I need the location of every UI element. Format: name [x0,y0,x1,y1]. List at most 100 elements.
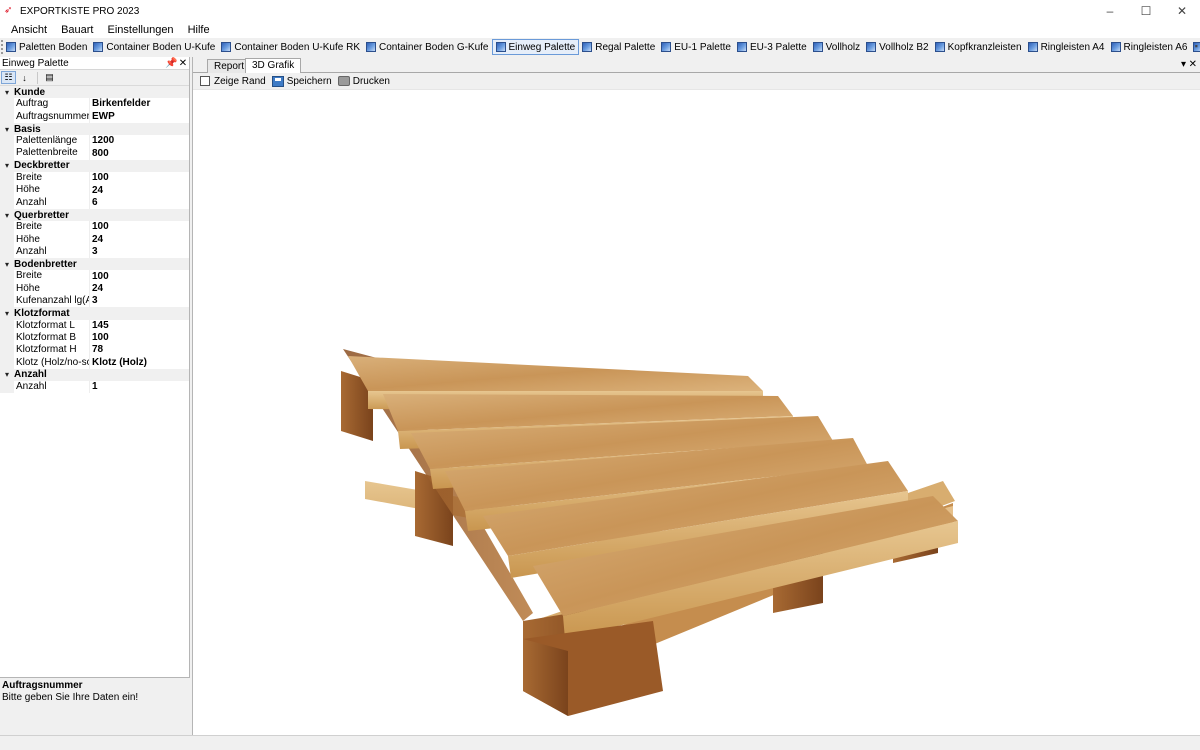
collapse-icon[interactable]: ▾ [0,370,14,379]
property-value[interactable]: 3 [90,295,98,307]
property-row[interactable]: Auftragsnummer EWP [0,110,189,123]
tab-list-dropdown-icon[interactable]: ▾ [1181,59,1186,70]
collapse-icon[interactable]: ▾ [0,211,14,220]
toolbar-button-vollholz[interactable]: Vollholz [810,39,863,55]
property-row[interactable]: Höhe 24 [0,184,189,197]
property-value[interactable]: EWP [90,111,115,123]
category-anzahl[interactable]: ▾ Anzahl [0,368,189,382]
category-klotzformat[interactable]: ▾ Klotzformat [0,307,189,320]
property-value[interactable]: 800 [90,148,109,160]
property-value[interactable]: Klotz (Holz) [90,357,147,369]
property-row[interactable]: Kufenanzahl lg(An 3 [0,295,189,308]
toolbar-button-container-boden-u-kufe-rk[interactable]: Container Boden U-Kufe RK [218,39,363,55]
save-button[interactable]: Speichern [271,75,332,87]
property-value[interactable]: 100 [90,221,109,233]
property-row[interactable]: Klotzformat L 145 [0,319,189,332]
property-value[interactable]: Birkenfelder [90,98,150,110]
menu-bauart[interactable]: Bauart [54,24,100,36]
property-row[interactable]: Anzahl 1 [0,381,189,394]
property-name: Auftragsnummer [16,110,90,123]
toolbar-button-label: Einweg Palette [508,41,576,53]
toolbar-button-einweg-palette[interactable]: Einweg Palette [491,39,580,55]
collapse-icon[interactable]: ▾ [0,309,14,318]
property-row[interactable]: Höhe 24 [0,233,189,246]
property-row[interactable]: Auftrag Birkenfelder [0,98,189,111]
property-row[interactable]: Anzahl 6 [0,196,189,209]
property-row[interactable]: Breite 100 [0,270,189,283]
close-tab-icon[interactable]: ✕ [1189,59,1197,70]
template-icon [1027,42,1038,52]
property-row[interactable]: Anzahl 3 [0,245,189,259]
menu-einstellungen[interactable]: Einstellungen [101,24,181,36]
pin-icon[interactable]: 📌 [165,58,177,69]
toolbar-overflow-icon[interactable]: ▪ [1195,41,1198,51]
property-name: Höhe [14,184,90,197]
toolbar-button-container-boden-g-kufe[interactable]: Container Boden G-Kufe [363,39,492,55]
property-pages-icon[interactable]: ▤ [42,71,57,84]
row-gutter [0,147,14,160]
menu-ansicht[interactable]: Ansicht [4,24,54,36]
toolbar-button-eu-3-palette[interactable]: EU-3 Palette [734,39,810,55]
property-row[interactable]: Klotzformat B 100 [0,331,189,345]
toolbar-button-vollholz-b2[interactable]: Vollholz B2 [863,39,931,55]
collapse-icon[interactable]: ▾ [0,260,14,269]
minimize-button[interactable]: – [1092,0,1128,22]
maximize-button[interactable]: ☐ [1128,0,1164,22]
property-row[interactable]: Palettenlänge 1200 [0,135,189,148]
row-gutter [0,184,14,197]
property-name: Klotz (Holz/no-soli [16,356,90,369]
property-value[interactable]: 24 [90,283,103,295]
template-icon [934,42,945,52]
category-basis[interactable]: ▾ Basis [0,122,189,136]
property-row[interactable]: Klotzformat H 78 [0,344,189,357]
property-value[interactable]: 100 [90,332,109,344]
toolbar-button-container-boden-u-kufe[interactable]: Container Boden U-Kufe [90,39,218,55]
category-bodenbretter[interactable]: ▾ Bodenbretter [0,258,189,271]
property-value[interactable]: 100 [90,271,109,283]
toolbar-button-eu-1-palette[interactable]: EU-1 Palette [658,39,734,55]
print-label: Drucken [352,75,390,87]
property-value[interactable]: 78 [90,344,103,356]
categorized-view-icon[interactable]: ☷ [1,71,16,84]
property-row[interactable]: Breite 100 [0,172,189,185]
property-row[interactable]: Höhe 24 [0,282,189,296]
property-value[interactable]: 1 [90,381,98,393]
collapse-icon[interactable]: ▾ [0,161,14,170]
property-value[interactable]: 145 [90,320,109,332]
category-querbretter[interactable]: ▾ Querbretter [0,208,189,222]
toolbar-button-ringleisten-a4[interactable]: Ringleisten A4 [1025,39,1108,55]
category-kunde[interactable]: ▾ Kunde [0,86,189,99]
toolbar-button-kopfkranzleisten[interactable]: Kopfkranzleisten [932,39,1025,55]
property-value[interactable]: 1200 [90,135,114,147]
toolbar-button-paletten-boden[interactable]: Paletten Boden [3,39,90,55]
3d-viewport[interactable] [193,91,1199,734]
toolbar-divider [37,71,38,84]
row-gutter [0,233,14,246]
property-row[interactable]: Klotz (Holz/no-soli Klotz (Holz) [0,356,189,369]
alphabetical-sort-icon[interactable]: ↓ [17,71,32,84]
toolbar-button-ringleisten-a6[interactable]: Ringleisten A6 [1108,39,1191,55]
property-value[interactable]: 3 [90,246,98,258]
property-value[interactable]: 24 [90,234,103,246]
property-row[interactable]: Palettenbreite 800 [0,147,189,160]
property-value[interactable]: 6 [90,197,98,209]
property-row[interactable]: Breite 100 [0,221,189,234]
category-deckbretter[interactable]: ▾ Deckbretter [0,159,189,173]
collapse-icon[interactable]: ▾ [0,88,14,97]
toolbar-button-regal-palette[interactable]: Regal Palette [579,39,658,55]
print-button[interactable]: Drucken [337,75,390,87]
show-border-checkbox[interactable]: Zeige Rand [200,76,266,87]
close-button[interactable]: ✕ [1164,0,1200,22]
row-gutter [0,344,14,357]
property-name: Breite [14,172,90,185]
collapse-icon[interactable]: ▾ [0,125,14,134]
property-pane: Einweg Palette 📌 ✕ ☷ ↓ ▤ ▾ Kunde Auftrag Bi… [0,57,190,735]
property-value[interactable]: 24 [90,185,103,197]
checkbox-icon[interactable] [200,76,210,86]
close-pane-icon[interactable]: ✕ [177,58,189,69]
category-label: Kunde [14,86,46,98]
menu-hilfe[interactable]: Hilfe [181,24,217,36]
property-value[interactable]: 100 [90,172,109,184]
tab-3d-grafik[interactable]: 3D Grafik [245,58,302,73]
property-pane-title: Einweg Palette [2,57,69,69]
